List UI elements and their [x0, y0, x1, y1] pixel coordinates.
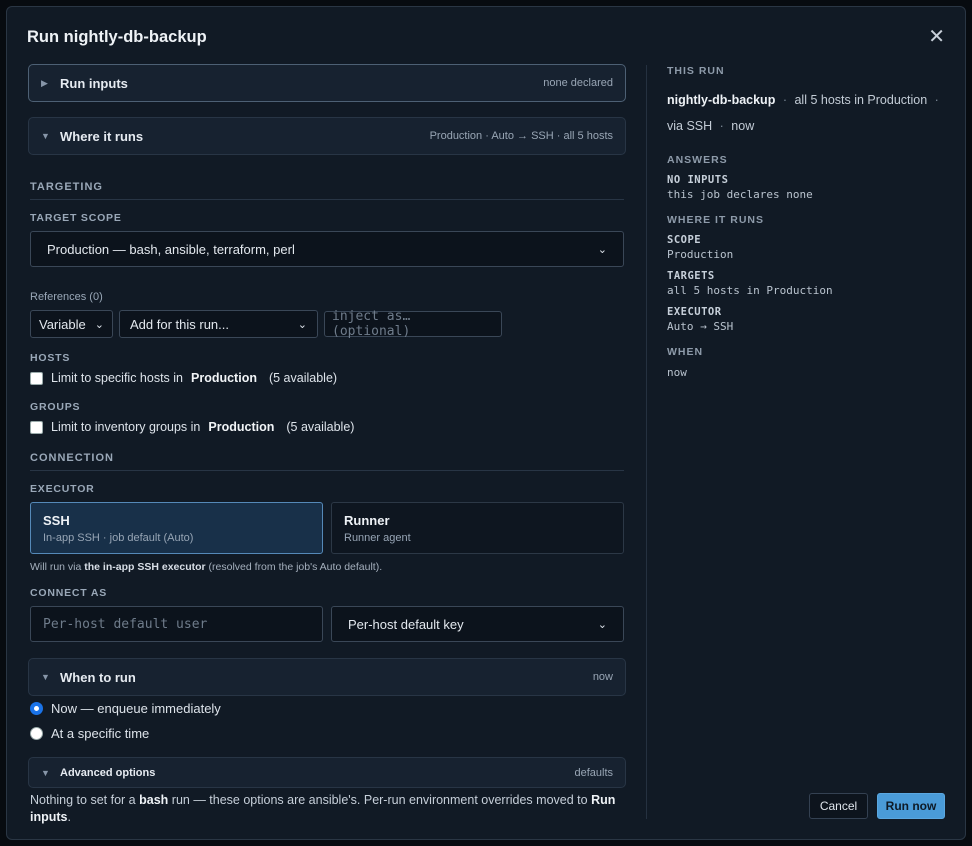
chevron-down-icon: ▼: [41, 131, 50, 141]
reference-add-value: Add for this run...: [130, 316, 229, 332]
chevron-down-icon: ▼: [41, 672, 50, 682]
connect-user-input[interactable]: Per-host default user: [30, 606, 323, 642]
hosts-count: (5 available): [268, 371, 338, 385]
dialog-title: Run nightly-db-backup: [27, 28, 207, 46]
section-title: Where it runs: [60, 128, 144, 144]
separator: ·: [719, 119, 724, 133]
advanced-note-bold: bash: [139, 793, 169, 807]
cancel-button[interactable]: Cancel: [809, 793, 868, 819]
section-title: Run inputs: [60, 75, 128, 91]
executor-note-bold: the in-app SSH executor: [84, 561, 206, 573]
summary-via: via SSH: [667, 119, 713, 133]
section-title: When to run: [60, 669, 136, 685]
scope-key: SCOPE: [667, 234, 702, 246]
advanced-note-text: Nothing to set for a: [30, 793, 136, 807]
when-now-radio[interactable]: [30, 702, 43, 715]
summary-hosts: all 5 hosts in Production: [794, 93, 928, 107]
groups-count: (5 available): [286, 420, 355, 434]
section-summary: defaults: [574, 766, 613, 779]
advanced-note: Nothing to set for a bash run — these op…: [30, 792, 626, 826]
executor-key: EXECUTOR: [667, 306, 722, 318]
executor-note-suffix: (resolved from the job's Auto default).: [208, 561, 383, 573]
when-now-label: Now — enqueue immediately: [51, 701, 221, 716]
executor-runner-card[interactable]: Runner Runner agent: [331, 502, 624, 554]
when-scheduled-option[interactable]: At a specific time: [30, 726, 149, 741]
connect-as-label: CONNECT AS: [30, 587, 108, 599]
limit-hosts-row[interactable]: Limit to specific hosts in Production (5…: [30, 371, 337, 385]
connection-heading: CONNECTION: [30, 452, 624, 471]
close-icon[interactable]: ✕: [928, 27, 945, 47]
chevron-down-icon: ⌄: [597, 243, 607, 256]
section-title: Advanced options: [60, 766, 156, 779]
hosts-env: Production: [191, 371, 257, 385]
where-runs-heading: WHERE IT RUNS: [667, 214, 764, 226]
advanced-note-text: .: [67, 810, 71, 824]
run-job-dialog: Run nightly-db-backup ✕ ▶ Run inputs non…: [6, 6, 966, 840]
targets-value: all 5 hosts in Production: [667, 284, 833, 297]
no-inputs-key: NO INPUTS: [667, 174, 729, 186]
section-summary: Production · Auto → SSH · all 5 hosts: [429, 130, 613, 142]
executor-desc: Runner agent: [344, 532, 411, 544]
hosts-label: HOSTS: [30, 352, 71, 364]
scope-value: Production: [667, 248, 734, 261]
chevron-down-icon: ▼: [41, 767, 50, 778]
when-heading: WHEN: [667, 346, 704, 358]
chevron-down-icon: ⌄: [597, 618, 607, 631]
section-when-to-run[interactable]: ▼ When to run now: [28, 658, 626, 696]
executor-label: EXECUTOR: [30, 483, 95, 495]
run-now-button[interactable]: Run now: [877, 793, 945, 819]
section-summary: none declared: [543, 77, 613, 89]
this-run-summary: nightly-db-backup · all 5 hosts in Produ…: [667, 87, 952, 139]
inject-as-input[interactable]: inject as… (optional): [324, 309, 502, 339]
limit-groups-row[interactable]: Limit to inventory groups in Production …: [30, 420, 354, 434]
summary-job: nightly-db-backup: [667, 93, 776, 107]
limit-groups-checkbox[interactable]: [30, 420, 43, 434]
reference-type-value: Variable: [39, 316, 86, 332]
target-scope-label: TARGET SCOPE: [30, 212, 122, 224]
connect-key-select[interactable]: Per-host default key ⌄: [331, 606, 624, 642]
section-summary: now: [592, 671, 613, 683]
chevron-down-icon: ⌄: [297, 318, 307, 331]
executor-note: Will run via the in-app SSH executor (re…: [30, 561, 382, 573]
chevron-right-icon: ▶: [41, 77, 48, 88]
references-label: References (0): [30, 291, 103, 303]
limit-hosts-label: Limit to specific hosts in: [51, 371, 183, 385]
advanced-note-text: run — these options are ansible's. Per-r…: [171, 793, 588, 807]
groups-label: GROUPS: [30, 401, 81, 413]
separator: ·: [934, 93, 939, 107]
when-scheduled-label: At a specific time: [51, 726, 150, 741]
no-inputs-value: this job declares none: [667, 188, 813, 201]
separator: ·: [782, 93, 787, 107]
this-run-heading: THIS RUN: [667, 65, 725, 77]
executor-name: SSH: [43, 513, 70, 528]
target-scope-value: Production — bash, ansible, terraform, p…: [47, 241, 295, 257]
executor-note-prefix: Will run via: [30, 561, 82, 573]
section-run-inputs[interactable]: ▶ Run inputs none declared: [28, 64, 626, 102]
when-scheduled-radio[interactable]: [30, 727, 43, 740]
reference-add-select[interactable]: Add for this run... ⌄: [119, 310, 318, 338]
groups-env: Production: [208, 420, 275, 434]
target-scope-select[interactable]: Production — bash, ansible, terraform, p…: [30, 231, 624, 267]
summary-when: now: [731, 119, 755, 133]
when-now-option[interactable]: Now — enqueue immediately: [30, 701, 221, 716]
panel-divider: [646, 65, 647, 819]
section-where-it-runs[interactable]: ▼ Where it runs Production · Auto → SSH …: [28, 117, 626, 155]
reference-type-select[interactable]: Variable ⌄: [30, 310, 113, 338]
executor-value: Auto → SSH: [667, 320, 734, 333]
targeting-heading: TARGETING: [30, 181, 624, 200]
executor-desc: In-app SSH · job default (Auto): [43, 532, 194, 544]
executor-name: Runner: [344, 513, 390, 528]
limit-groups-label: Limit to inventory groups in: [51, 420, 201, 434]
when-value: now: [667, 366, 687, 379]
executor-ssh-card[interactable]: SSH In-app SSH · job default (Auto): [30, 502, 323, 554]
targets-key: TARGETS: [667, 270, 715, 282]
section-advanced-options[interactable]: ▼ Advanced options defaults: [28, 757, 626, 788]
answers-heading: ANSWERS: [667, 154, 728, 166]
chevron-down-icon: ⌄: [94, 318, 104, 331]
limit-hosts-checkbox[interactable]: [30, 371, 43, 385]
connect-key-value: Per-host default key: [348, 616, 464, 632]
